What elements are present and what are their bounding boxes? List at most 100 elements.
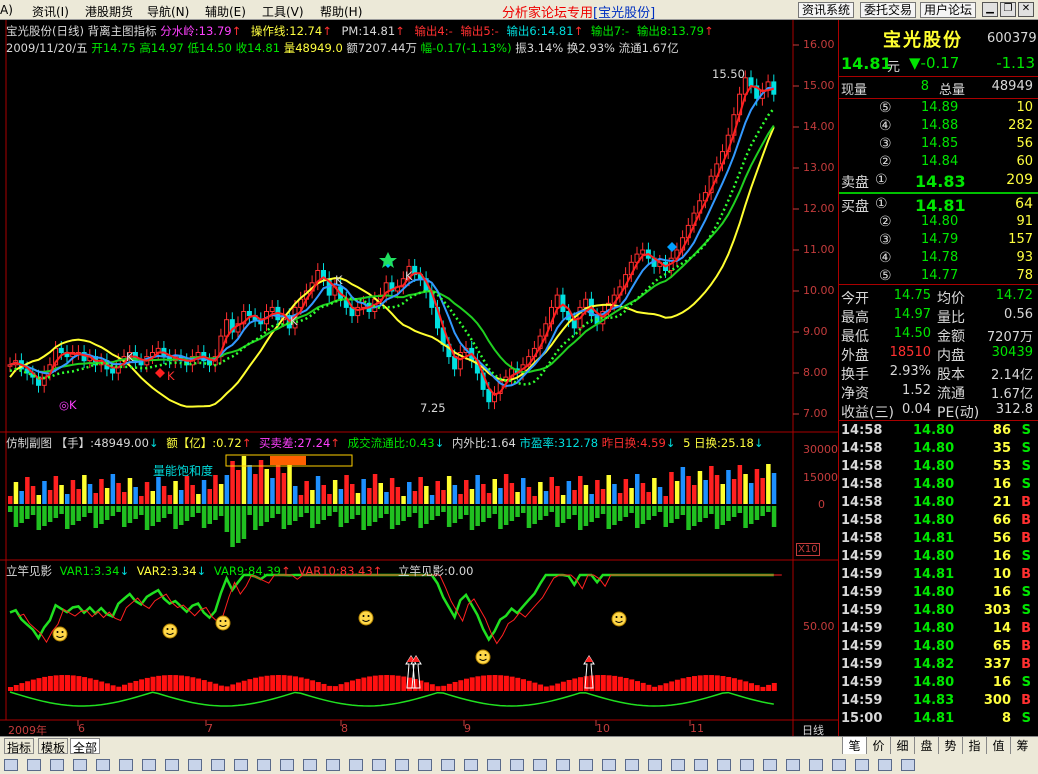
menu-fragment[interactable]: A) <box>0 3 13 17</box>
menu-help[interactable]: 帮助(H) <box>320 3 362 20</box>
toolbar-icon[interactable] <box>326 759 340 771</box>
toolbar-icon[interactable] <box>96 759 110 771</box>
toolbar-icon[interactable] <box>119 759 133 771</box>
volume-bar <box>549 477 554 504</box>
ask-row[interactable]: ② 14.84 60 <box>839 154 1038 172</box>
toolbar-icon[interactable] <box>901 759 915 771</box>
volume-bar <box>464 480 469 504</box>
toolbar-icon[interactable] <box>832 759 846 771</box>
trade-button[interactable]: 委托交易 <box>860 2 917 18</box>
toolbar-icon[interactable] <box>648 759 662 771</box>
ask-row[interactable]: ④ 14.88 282 <box>839 118 1038 136</box>
indicator-bar <box>509 676 515 691</box>
close-icon[interactable]: ✕ <box>1018 2 1034 17</box>
tick-time: 14:59 <box>841 585 883 600</box>
quote-tab[interactable]: 笔 <box>842 737 866 754</box>
bid-row[interactable]: ② 14.80 91 <box>839 214 1038 232</box>
chart-area[interactable]: 宝光股份(日线) 背离主图指标 分水岭:13.79↑ 操作线:12.74↑ PM… <box>0 20 838 737</box>
toolbar-icon[interactable] <box>50 759 64 771</box>
menu-hk-futures[interactable]: 港股期货 <box>85 3 133 20</box>
tab-template[interactable]: 模板 <box>38 738 69 755</box>
quote-tab[interactable]: 盘 <box>914 737 938 754</box>
tab-all[interactable]: 全部 <box>70 738 101 755</box>
stat-row: 换手 2.93% 股本 2.14亿 <box>839 364 1038 383</box>
toolbar-icon[interactable] <box>464 759 478 771</box>
toolbar-icon[interactable] <box>257 759 271 771</box>
toolbar-icon[interactable] <box>234 759 248 771</box>
toolbar-icon[interactable] <box>717 759 731 771</box>
toolbar-icon[interactable] <box>372 759 386 771</box>
toolbar-icon[interactable] <box>671 759 685 771</box>
bid-row[interactable]: 买盘 ① 14.81 64 <box>839 196 1038 216</box>
quote-tab[interactable]: 价 <box>866 737 890 754</box>
toolbar-icon[interactable] <box>487 759 501 771</box>
toolbar-icon[interactable] <box>740 759 754 771</box>
ask-row[interactable]: 卖盘 ① 14.83 209 <box>839 172 1038 192</box>
toolbar-icon[interactable] <box>165 759 179 771</box>
toolbar-icon[interactable] <box>4 759 18 771</box>
indicator-bar <box>298 677 304 691</box>
minimize-icon[interactable]: ▁ <box>982 2 998 17</box>
volume-bar <box>720 484 725 504</box>
menu-navigate[interactable]: 导航(N) <box>147 3 189 20</box>
menu-info[interactable]: 资讯(I) <box>32 3 69 20</box>
indicator-bar <box>133 680 139 691</box>
volume-bar <box>196 494 201 504</box>
indicator-bar <box>389 675 395 691</box>
menu-tools[interactable]: 工具(V) <box>262 3 304 20</box>
k-mark: K <box>290 314 298 328</box>
quote-tab[interactable]: 指 <box>962 737 986 754</box>
ask-row[interactable]: ③ 14.85 56 <box>839 136 1038 154</box>
toolbar-icon[interactable] <box>211 759 225 771</box>
volume-bar <box>65 494 70 504</box>
toolbar-icon[interactable] <box>27 759 41 771</box>
forum-button[interactable]: 用户论坛 <box>920 2 977 18</box>
volume-neg-bar <box>218 506 224 516</box>
toolbar-icon[interactable] <box>786 759 800 771</box>
quote-tab[interactable]: 值 <box>986 737 1010 754</box>
volume-bar <box>241 456 247 504</box>
toolbar-icon[interactable] <box>349 759 363 771</box>
toolbar-icon[interactable] <box>694 759 708 771</box>
toolbar-icon[interactable] <box>556 759 570 771</box>
tick-row: 14:58 14.81 56 B <box>839 531 1038 549</box>
toolbar-icon[interactable] <box>809 759 823 771</box>
toolbar-icon[interactable] <box>395 759 409 771</box>
toolbar-icon[interactable] <box>579 759 593 771</box>
toolbar-icon[interactable] <box>441 759 455 771</box>
restore-icon[interactable]: ❐ <box>1000 2 1016 17</box>
toolbar-icon[interactable] <box>763 759 777 771</box>
tick-volume: 303 <box>983 603 1011 618</box>
toolbar-icon[interactable] <box>510 759 524 771</box>
tab-indicator[interactable]: 指标 <box>4 738 35 755</box>
volume-bars <box>8 456 777 547</box>
toolbar-icon[interactable] <box>855 759 869 771</box>
ask-row[interactable]: ⑤ 14.89 10 <box>839 100 1038 118</box>
toolbar-icon[interactable] <box>188 759 202 771</box>
quote-tab[interactable]: 筹 <box>1010 737 1034 754</box>
chart-canvas[interactable] <box>0 20 838 736</box>
quote-tab[interactable]: 细 <box>890 737 914 754</box>
toolbar-icon[interactable] <box>602 759 616 771</box>
saturation-fill <box>270 456 306 465</box>
info-system-button[interactable]: 资讯系统 <box>798 2 855 18</box>
toolbar-icon[interactable] <box>625 759 639 771</box>
menu-assist[interactable]: 辅助(E) <box>205 3 246 20</box>
volume-bar <box>36 495 41 504</box>
toolbar-icon[interactable] <box>533 759 547 771</box>
toolbar-icon[interactable] <box>73 759 87 771</box>
toolbar-icon[interactable] <box>280 759 294 771</box>
volume-bar <box>213 475 218 504</box>
bid-row[interactable]: ④ 14.78 93 <box>839 250 1038 268</box>
toolbar-icon[interactable] <box>142 759 156 771</box>
volume-neg-bar <box>76 506 81 521</box>
menu-bar: A) 资讯(I) 港股期货 导航(N) 辅助(E) 工具(V) 帮助(H) 分析… <box>0 0 1038 21</box>
toolbar-icon[interactable] <box>878 759 892 771</box>
tick-side: B <box>1021 693 1031 708</box>
toolbar-icon[interactable] <box>303 759 317 771</box>
quote-tab[interactable]: 势 <box>938 737 962 754</box>
bid-row[interactable]: ③ 14.79 157 <box>839 232 1038 250</box>
volume-neg-bar <box>184 506 190 521</box>
volume-neg-bar <box>469 506 475 530</box>
toolbar-icon[interactable] <box>418 759 432 771</box>
